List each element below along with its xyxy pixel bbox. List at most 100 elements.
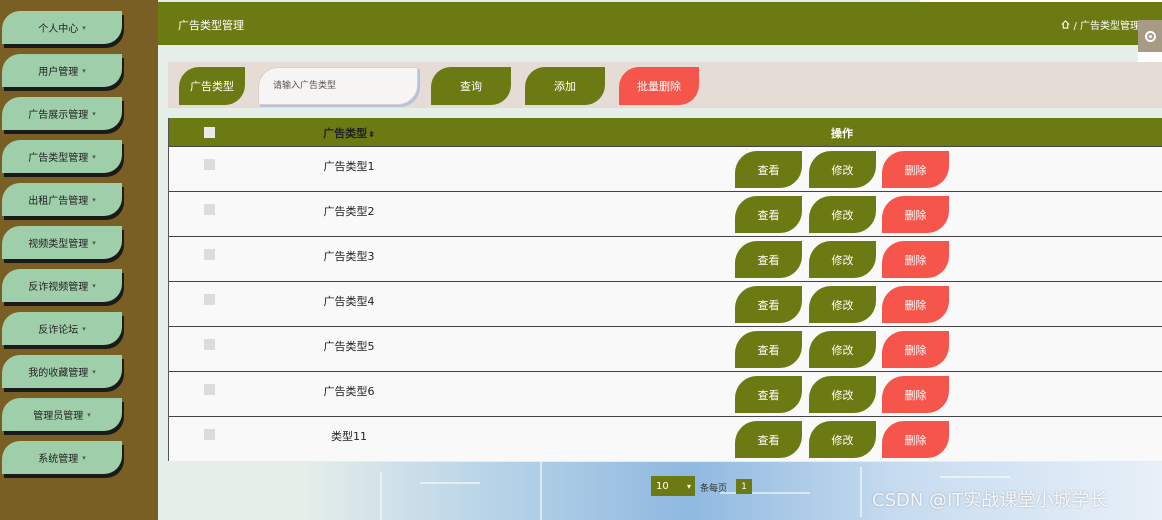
chevron-down-icon: ▾ (92, 281, 96, 290)
page-title: 广告类型管理 (178, 19, 244, 32)
view-button[interactable]: 查看 (735, 196, 802, 233)
sidebar-item-label: 出租广告管理 (28, 196, 89, 207)
sidebar-item-anti-fraud-forum[interactable]: 反诈论坛 ▾ (2, 312, 122, 345)
power-button[interactable] (1138, 20, 1162, 52)
sidebar-item-label: 我的收藏管理 (28, 368, 89, 379)
view-button[interactable]: 查看 (735, 331, 802, 368)
select-all-checkbox[interactable] (204, 127, 215, 138)
edit-button[interactable]: 修改 (809, 196, 876, 233)
sidebar-item-system[interactable]: 系统管理 ▾ (2, 441, 122, 474)
delete-button[interactable]: 删除 (882, 196, 949, 233)
sidebar-item-video-types[interactable]: 视频类型管理 ▾ (2, 226, 122, 259)
search-input[interactable] (258, 67, 418, 105)
edit-button[interactable]: 修改 (809, 421, 876, 458)
table-header: 广告类型⬍ 操作 (169, 118, 1162, 146)
table-row: 广告类型6 查看 修改 删除 (169, 371, 1162, 416)
chevron-down-icon: ▾ (87, 410, 91, 419)
page-header: 广告类型管理 / 广告类型管理 (158, 2, 1162, 45)
data-table: 广告类型⬍ 操作 广告类型1 查看 修改 删除 广告类型2 查看 修改 删除 广… (168, 118, 1162, 461)
chevron-down-icon: ▾ (82, 66, 86, 75)
sidebar: 个人中心 ▾ 用户管理 ▾ 广告展示管理 ▾ 广告类型管理 ▾ 出租广告管理 ▾ 视频类型… (0, 0, 158, 520)
column-header-ad-type[interactable]: 广告类型⬍ (299, 125, 399, 141)
edit-button[interactable]: 修改 (809, 241, 876, 278)
row-checkbox[interactable] (204, 384, 215, 395)
sidebar-item-label: 个人中心 (38, 24, 79, 35)
row-checkbox[interactable] (204, 249, 215, 260)
chevron-down-icon: ▾ (686, 481, 691, 491)
sidebar-item-label: 反诈论坛 (38, 325, 79, 336)
sidebar-item-label: 视频类型管理 (28, 239, 89, 250)
sidebar-item-label: 系统管理 (38, 454, 79, 465)
search-label: 广告类型 (179, 67, 245, 105)
sidebar-item-ad-display[interactable]: 广告展示管理 ▾ (2, 97, 122, 130)
cell-ad-type: 广告类型1 (323, 160, 375, 173)
sidebar-item-label: 广告展示管理 (28, 110, 89, 121)
row-checkbox[interactable] (204, 339, 215, 350)
edit-button[interactable]: 修改 (809, 331, 876, 368)
sidebar-item-label: 反诈视频管理 (28, 282, 89, 293)
table-row: 广告类型2 查看 修改 删除 (169, 191, 1162, 236)
column-header-label: 广告类型 (323, 127, 368, 140)
table-row: 广告类型1 查看 修改 删除 (169, 146, 1162, 191)
per-page-label: 条每页 (700, 484, 728, 494)
chevron-down-icon: ▾ (82, 324, 86, 333)
page-number-button[interactable]: 1 (736, 479, 752, 494)
sidebar-item-label: 管理员管理 (33, 411, 84, 422)
chevron-down-icon: ▾ (82, 453, 86, 462)
table-row: 类型11 查看 修改 删除 (169, 416, 1162, 461)
add-button[interactable]: 添加 (525, 67, 605, 105)
sort-icon[interactable]: ⬍ (368, 130, 375, 139)
sidebar-item-label: 用户管理 (38, 67, 79, 78)
table-row: 广告类型5 查看 修改 删除 (169, 326, 1162, 371)
sidebar-item-admins[interactable]: 管理员管理 ▾ (2, 398, 122, 431)
delete-button[interactable]: 删除 (882, 151, 949, 188)
home-icon[interactable] (1061, 20, 1070, 29)
sidebar-item-personal-center[interactable]: 个人中心 ▾ (2, 11, 122, 44)
sidebar-item-favorites[interactable]: 我的收藏管理 ▾ (2, 355, 122, 388)
delete-button[interactable]: 删除 (882, 331, 949, 368)
cell-ad-type: 类型11 (331, 430, 367, 443)
sidebar-item-rental-ads[interactable]: 出租广告管理 ▾ (2, 183, 122, 216)
breadcrumb-current: / 广告类型管理 (1073, 21, 1140, 32)
delete-button[interactable]: 删除 (882, 241, 949, 278)
chevron-down-icon: ▾ (92, 109, 96, 118)
delete-button[interactable]: 删除 (882, 286, 949, 323)
table-row: 广告类型3 查看 修改 删除 (169, 236, 1162, 281)
column-header-actions: 操作 (831, 127, 853, 140)
view-button[interactable]: 查看 (735, 376, 802, 413)
cell-ad-type: 广告类型4 (323, 295, 375, 308)
delete-button[interactable]: 删除 (882, 376, 949, 413)
edit-button[interactable]: 修改 (809, 376, 876, 413)
row-checkbox[interactable] (204, 204, 215, 215)
chevron-down-icon: ▾ (82, 23, 86, 32)
page-size-value: 10 (656, 480, 669, 492)
sidebar-item-label: 广告类型管理 (28, 153, 89, 164)
sidebar-item-ad-types[interactable]: 广告类型管理 ▾ (2, 140, 122, 173)
row-checkbox[interactable] (204, 159, 215, 170)
sidebar-item-anti-fraud-videos[interactable]: 反诈视频管理 ▾ (2, 269, 122, 302)
batch-delete-button[interactable]: 批量删除 (619, 67, 699, 105)
chevron-down-icon: ▾ (92, 152, 96, 161)
chevron-down-icon: ▾ (92, 238, 96, 247)
view-button[interactable]: 查看 (735, 286, 802, 323)
cell-ad-type: 广告类型3 (323, 250, 375, 263)
row-checkbox[interactable] (204, 294, 215, 305)
cell-ad-type: 广告类型6 (323, 385, 375, 398)
query-button[interactable]: 查询 (431, 67, 511, 105)
view-button[interactable]: 查看 (735, 421, 802, 458)
chevron-down-icon: ▾ (92, 367, 96, 376)
edit-button[interactable]: 修改 (809, 151, 876, 188)
edit-button[interactable]: 修改 (809, 286, 876, 323)
row-checkbox[interactable] (204, 429, 215, 440)
breadcrumb: / 广告类型管理 (1061, 17, 1140, 32)
delete-button[interactable]: 删除 (882, 421, 949, 458)
page-size-select[interactable]: 10 ▾ (651, 476, 695, 496)
view-button[interactable]: 查看 (735, 151, 802, 188)
view-button[interactable]: 查看 (735, 241, 802, 278)
chevron-down-icon: ▾ (92, 195, 96, 204)
table-row: 广告类型4 查看 修改 删除 (169, 281, 1162, 326)
cell-ad-type: 广告类型2 (323, 205, 375, 218)
sidebar-item-users[interactable]: 用户管理 ▾ (2, 54, 122, 87)
power-icon (1144, 30, 1156, 42)
watermark: CSDN @IT实战课堂小城学长 (872, 490, 1108, 511)
